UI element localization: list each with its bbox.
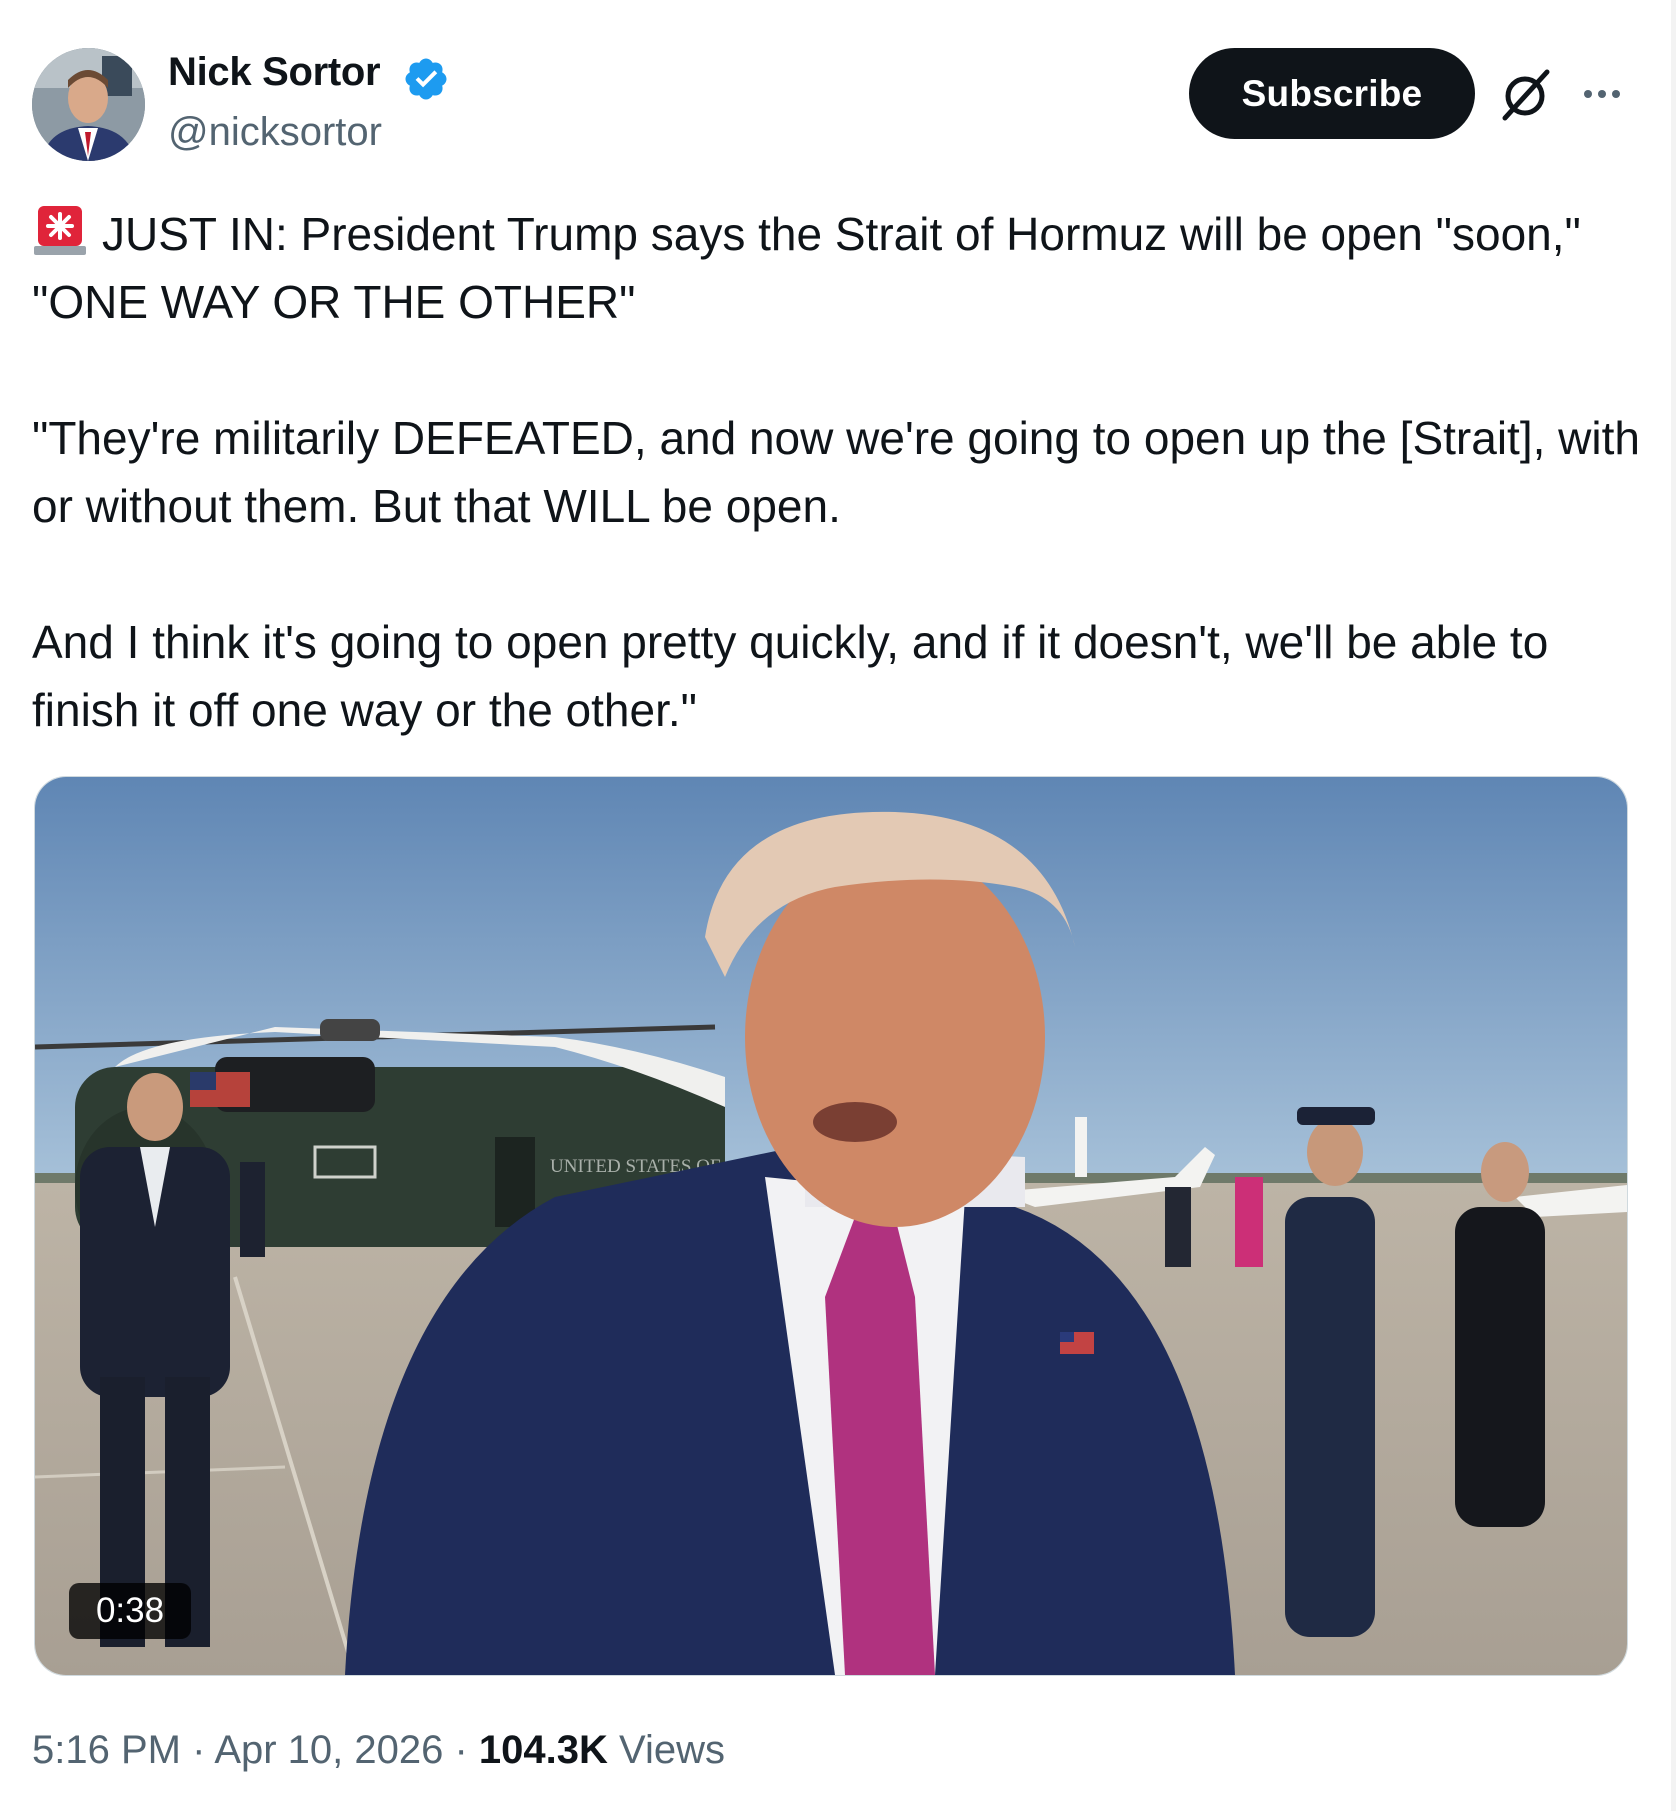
tweet-paragraph-2: "They're militarily DEFEATED, and now we…: [32, 412, 1640, 532]
views-label: Views: [607, 1728, 725, 1772]
avatar-image: [32, 48, 145, 161]
author-name[interactable]: Nick Sortor: [168, 50, 381, 95]
author-handle[interactable]: @nicksortor: [168, 110, 382, 155]
meta-separator: ·: [180, 1728, 215, 1772]
tweet-meta: 5:16 PM · Apr 10, 2026 · 104.3K Views: [32, 1728, 725, 1773]
tweet-time[interactable]: 5:16 PM: [32, 1728, 181, 1772]
tweet-paragraph-3: And I think it's going to open pretty qu…: [32, 616, 1549, 736]
video-player[interactable]: UNITED STATES OF: [34, 776, 1628, 1676]
more-icon[interactable]: [1578, 70, 1626, 118]
grok-icon[interactable]: [1497, 66, 1553, 122]
rotating-light-icon: [34, 206, 86, 255]
tweet-paragraph-1: JUST IN: President Trump says the Strait…: [32, 200, 1652, 336]
verified-badge-icon[interactable]: [402, 55, 450, 103]
tweet-date[interactable]: Apr 10, 2026: [214, 1728, 443, 1772]
avatar[interactable]: [32, 48, 145, 161]
subscribe-button[interactable]: Subscribe: [1189, 48, 1475, 139]
video-duration-badge: 0:38: [69, 1583, 191, 1639]
meta-separator: ·: [443, 1728, 479, 1772]
video-thumbnail: UNITED STATES OF: [35, 777, 1627, 1675]
tweet-line-1: JUST IN: President Trump says the Strait…: [32, 208, 1581, 328]
views-count[interactable]: 104.3K: [479, 1728, 608, 1772]
tweet-text: JUST IN: President Trump says the Strait…: [32, 200, 1652, 744]
right-border: [1671, 0, 1676, 1811]
